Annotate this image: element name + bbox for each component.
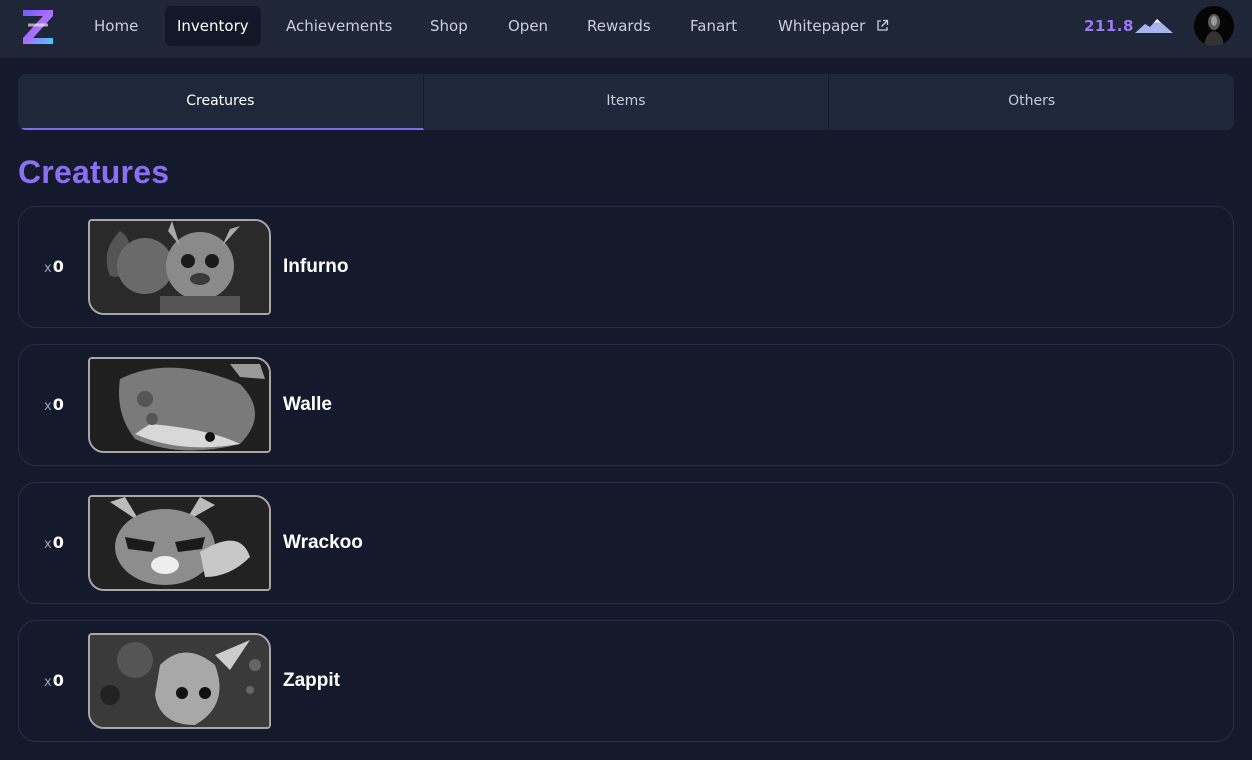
creature-row-zappit[interactable]: x0 Zappit	[18, 620, 1234, 742]
mountain-icon	[1135, 19, 1173, 33]
count-prefix: x	[44, 537, 52, 552]
creature-name: Zappit	[283, 670, 340, 691]
nav-fanart[interactable]: Fanart	[678, 6, 749, 46]
nav-whitepaper-label: Whitepaper	[778, 17, 866, 35]
logo-z-icon[interactable]	[20, 7, 56, 47]
count-value: 0	[52, 533, 64, 552]
creature-image-infurno	[88, 219, 271, 315]
nav-open-label: Open	[508, 17, 549, 35]
tab-items-label: Items	[606, 93, 646, 109]
count-prefix: x	[44, 261, 52, 276]
nav-open[interactable]: Open	[496, 6, 560, 46]
balance-value: 211.8	[1084, 17, 1134, 35]
nav-achievements-label: Achievements	[286, 17, 393, 35]
section-title: Creatures	[18, 154, 170, 190]
creature-image-zappit	[88, 633, 271, 729]
count-prefix: x	[44, 399, 52, 414]
creature-image-wrackoo	[88, 495, 271, 591]
creature-row-infurno[interactable]: x0 Infurno	[18, 206, 1234, 328]
top-navigation-bar: Home Inventory Achievements Shop Open Re…	[0, 0, 1252, 58]
creature-row-walle[interactable]: x0 Walle	[18, 344, 1234, 466]
count-value: 0	[52, 257, 64, 276]
creature-name: Walle	[283, 394, 332, 415]
creature-name: Infurno	[283, 256, 349, 277]
nav-inventory-label: Inventory	[177, 17, 249, 35]
nav-whitepaper[interactable]: Whitepaper	[766, 6, 901, 46]
count-prefix: x	[44, 675, 52, 690]
nav-home-label: Home	[94, 17, 139, 35]
wrackoo-art-icon	[90, 497, 269, 589]
tab-others-label: Others	[1008, 93, 1056, 109]
tab-items[interactable]: Items	[424, 74, 830, 130]
creature-count: x0	[44, 671, 64, 691]
creature-name: Wrackoo	[283, 532, 363, 553]
tab-others[interactable]: Others	[829, 74, 1234, 130]
infurno-art-icon	[90, 221, 269, 313]
external-link-icon	[877, 19, 889, 31]
inventory-tabs: Creatures Items Others	[18, 74, 1234, 130]
nav-home[interactable]: Home	[82, 6, 150, 46]
count-value: 0	[52, 395, 64, 414]
nav-rewards[interactable]: Rewards	[575, 6, 663, 46]
tab-creatures[interactable]: Creatures	[18, 74, 424, 130]
nav-fanart-label: Fanart	[690, 17, 738, 35]
walle-art-icon	[90, 359, 269, 451]
creature-row-wrackoo[interactable]: x0 Wrackoo	[18, 482, 1234, 604]
count-value: 0	[52, 671, 64, 690]
nav-rewards-label: Rewards	[587, 17, 651, 35]
creature-count: x0	[44, 533, 64, 553]
nav-achievements[interactable]: Achievements	[274, 6, 404, 46]
nav-inventory[interactable]: Inventory	[165, 6, 261, 46]
avatar-portrait-icon	[1194, 6, 1234, 46]
zappit-art-icon	[90, 635, 269, 727]
creature-image-walle	[88, 357, 271, 453]
nav-shop[interactable]: Shop	[418, 6, 480, 46]
nav-shop-label: Shop	[430, 17, 468, 35]
creature-count: x0	[44, 395, 64, 415]
user-avatar[interactable]	[1194, 6, 1234, 46]
tab-creatures-label: Creatures	[186, 93, 255, 109]
creature-count: x0	[44, 257, 64, 277]
